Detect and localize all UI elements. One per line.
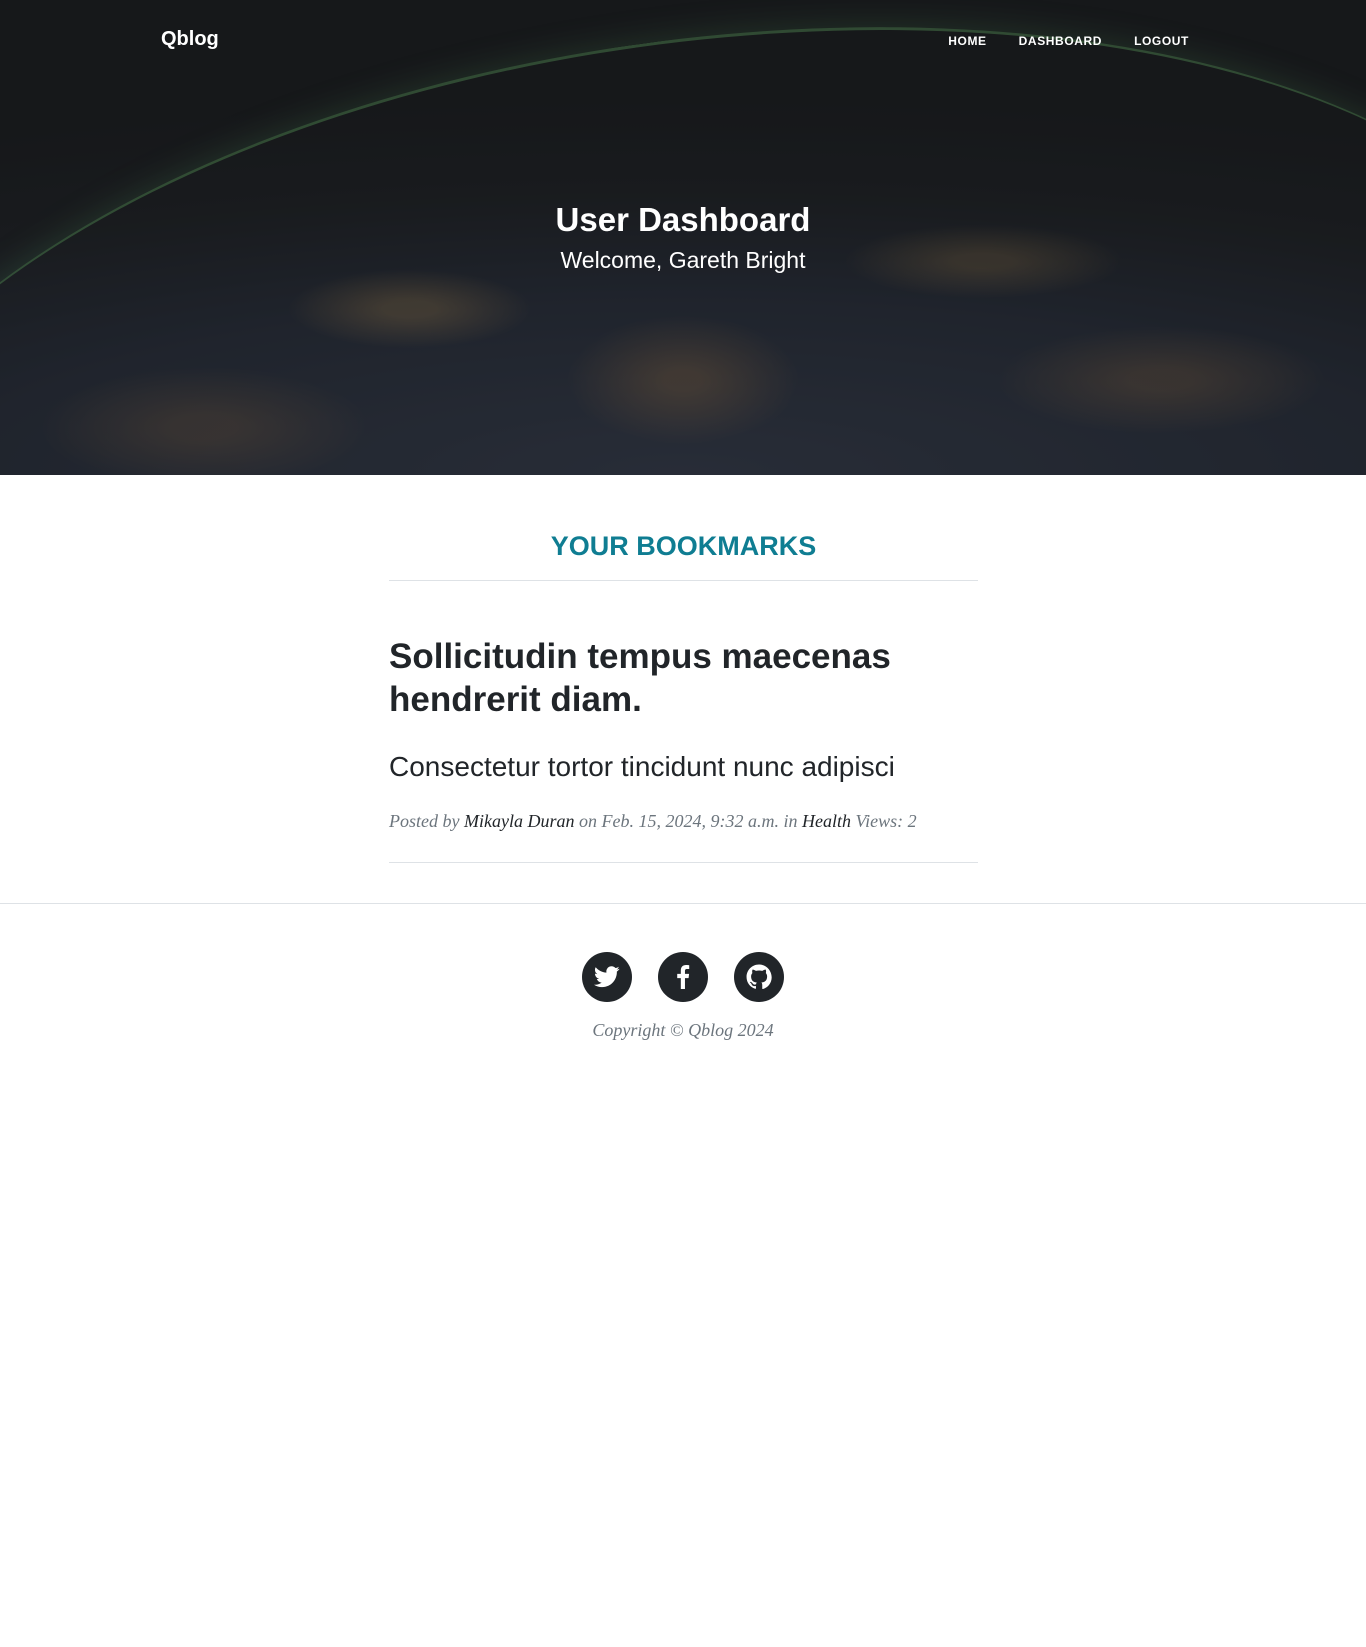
hero-heading: User Dashboard Welcome, Gareth Bright	[0, 198, 1366, 278]
divider	[389, 580, 978, 581]
nav-links: Home Dashboard Logout	[948, 34, 1189, 48]
divider	[389, 862, 978, 863]
main-content: YOUR BOOKMARKS Sollicitudin tempus maece…	[389, 475, 978, 863]
main-nav: Qblog Home Dashboard Logout	[0, 0, 1366, 84]
post-meta: Posted by Mikayla Duran on Feb. 15, 2024…	[389, 811, 917, 831]
brand-logo[interactable]: Qblog	[161, 28, 219, 51]
footer-divider	[0, 903, 1366, 904]
page-title: User Dashboard	[555, 201, 811, 238]
copyright-text: Copyright © Qblog 2024	[592, 1020, 774, 1040]
github-icon[interactable]	[734, 952, 784, 1002]
nav-link-logout[interactable]: Logout	[1134, 34, 1189, 48]
welcome-subtitle: Welcome, Gareth Bright	[560, 247, 806, 273]
post-title-link[interactable]: Sollicitudin tempus maecenas hendrerit d…	[389, 635, 978, 721]
nav-link-dashboard[interactable]: Dashboard	[1019, 34, 1102, 48]
bookmarks-heading: YOUR BOOKMARKS	[550, 531, 817, 561]
social-links	[0, 952, 1366, 1002]
post-views: Views: 2	[855, 811, 917, 831]
post-preview: Sollicitudin tempus maecenas hendrerit d…	[389, 635, 978, 832]
twitter-icon[interactable]	[582, 952, 632, 1002]
post-category-link[interactable]: Health	[802, 811, 851, 831]
post-subtitle: Consectetur tortor tincidunt nunc adipis…	[389, 751, 895, 782]
post-author-link[interactable]: Mikayla Duran	[464, 811, 574, 831]
facebook-icon[interactable]	[658, 952, 708, 1002]
nav-link-home[interactable]: Home	[948, 34, 986, 48]
masthead: Qblog Home Dashboard Logout User Dashboa…	[0, 0, 1366, 475]
